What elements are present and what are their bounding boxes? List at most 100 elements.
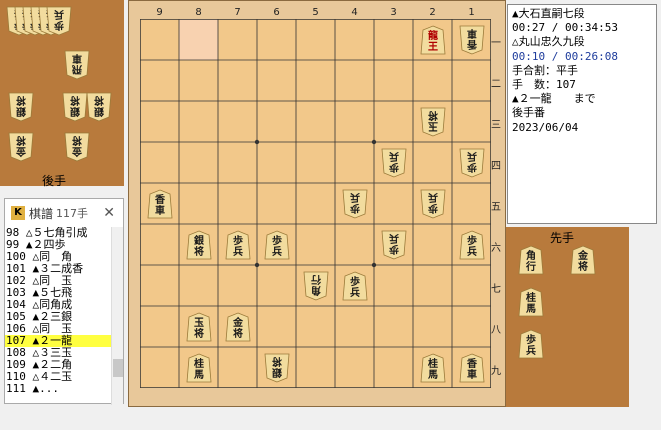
turn-indicator: 後手番 (512, 106, 545, 120)
board-piece[interactable]: 香車 (459, 353, 485, 383)
svg-text:将: 将 (16, 94, 26, 107)
svg-text:兵: 兵 (272, 245, 282, 258)
kifu-window: K 棋譜 117手 ✕ 98 △５七角引成 99 ▲２四歩 100 △同 角 101 … (4, 198, 124, 405)
sente-hand-area: 先手 角行金将桂馬歩兵 (506, 227, 629, 407)
svg-text:兵: 兵 (389, 150, 399, 163)
svg-text:歩: 歩 (467, 234, 477, 247)
board-piece[interactable]: 歩兵 (459, 148, 485, 178)
svg-text:兵: 兵 (467, 245, 477, 258)
svg-text:金: 金 (71, 145, 83, 158)
file-label: 1 (468, 7, 475, 18)
last-move-highlight (179, 19, 218, 60)
hand-piece-gote[interactable]: 銀将 (62, 92, 88, 122)
board-piece[interactable]: 香車 (147, 189, 173, 219)
hand-piece-gote[interactable]: 銀将 (8, 92, 34, 122)
kifu-scrollbar[interactable] (111, 227, 123, 405)
svg-text:歩: 歩 (428, 202, 438, 215)
svg-text:車: 車 (72, 52, 82, 65)
svg-text:銀: 銀 (272, 366, 282, 379)
hand-piece-sente[interactable]: 金将 (570, 245, 596, 275)
svg-text:玉: 玉 (428, 120, 438, 132)
board-piece[interactable]: 玉将 (420, 107, 446, 137)
rank-label: 二 (491, 78, 501, 90)
board-piece[interactable]: 歩兵 (381, 230, 407, 260)
board-piece[interactable]: 金将 (225, 312, 251, 342)
svg-text:車: 車 (467, 27, 477, 40)
file-label: 7 (234, 7, 241, 18)
svg-text:将: 将 (94, 94, 104, 107)
svg-text:車: 車 (467, 368, 477, 381)
svg-text:将: 将 (194, 327, 204, 340)
rank-label: 四 (491, 160, 501, 172)
sente-time: 00:27 / 00:34:53 (512, 21, 618, 35)
svg-text:香: 香 (467, 38, 477, 51)
rank-label: 五 (491, 201, 501, 213)
hand-piece-sente[interactable]: 桂馬 (518, 287, 544, 317)
svg-text:王: 王 (428, 41, 438, 53)
svg-text:桂: 桂 (193, 357, 204, 370)
svg-text:兵: 兵 (54, 8, 64, 21)
hand-piece-sente[interactable]: 角行 (518, 245, 544, 275)
gote-time: 00:10 / 00:26:08 (512, 49, 618, 63)
svg-text:金: 金 (232, 316, 244, 329)
rank-label: 八 (491, 324, 501, 336)
svg-text:将: 将 (578, 260, 588, 273)
board-piece[interactable]: 銀将 (264, 353, 290, 383)
board-piece[interactable]: 龍王 (420, 25, 446, 55)
kifu-row[interactable]: 111 ▲... (5, 383, 112, 395)
handicap-info: 手合割：平手 (512, 63, 578, 77)
hand-piece-gote[interactable]: 歩兵 (46, 6, 72, 36)
hand-piece-gote[interactable]: 銀将 (86, 92, 112, 122)
gote-hand-label: 後手 (42, 174, 67, 188)
status-strip (0, 408, 661, 430)
svg-text:歩: 歩 (350, 202, 360, 215)
board-piece[interactable]: 歩兵 (342, 271, 368, 301)
hand-piece-gote[interactable]: 飛車 (64, 50, 90, 80)
svg-text:桂: 桂 (427, 357, 438, 370)
sente-player-name: ▲大石直嗣七段 (512, 7, 585, 20)
svg-text:歩: 歩 (272, 234, 282, 247)
board-piece[interactable]: 香車 (459, 25, 485, 55)
rank-label: 三 (491, 119, 501, 131)
board-piece[interactable]: 歩兵 (225, 230, 251, 260)
svg-text:車: 車 (155, 204, 165, 217)
file-label: 6 (273, 7, 280, 18)
hand-piece-gote[interactable]: 金将 (64, 132, 90, 162)
board-piece[interactable]: 桂馬 (420, 353, 446, 383)
svg-text:馬: 馬 (428, 369, 438, 381)
board-piece[interactable]: 歩兵 (381, 148, 407, 178)
shogi-board: 987654321一二三四五六七八九龍王香車玉将歩兵歩兵香車歩兵歩兵銀将歩兵歩兵… (128, 0, 506, 407)
kifu-title: 棋譜 (29, 206, 54, 221)
svg-text:兵: 兵 (233, 245, 243, 258)
hand-piece-gote[interactable]: 金将 (8, 132, 34, 162)
close-icon[interactable]: ✕ (103, 205, 115, 221)
svg-text:兵: 兵 (467, 150, 477, 163)
hand-piece-sente[interactable]: 歩兵 (518, 329, 544, 359)
svg-text:金: 金 (577, 249, 589, 262)
svg-text:将: 将 (233, 327, 243, 340)
gote-hand-area: 後手 歩兵歩兵歩兵歩兵歩兵歩兵飛車銀将銀将銀将金将香車金将 (0, 0, 124, 188)
svg-text:将: 将 (428, 109, 438, 122)
board-piece[interactable]: 歩兵 (420, 189, 446, 219)
svg-text:兵: 兵 (350, 286, 360, 299)
rank-label: 九 (491, 365, 501, 377)
file-label: 4 (351, 7, 358, 18)
svg-text:香: 香 (155, 193, 165, 206)
svg-text:銀: 銀 (16, 105, 26, 118)
board-piece[interactable]: 玉将 (186, 312, 212, 342)
board-piece[interactable]: 歩兵 (459, 230, 485, 260)
svg-text:歩: 歩 (526, 333, 536, 346)
scrollbar-thumb[interactable] (113, 359, 123, 377)
kifu-move-total: 117手 (56, 207, 89, 220)
file-label: 9 (156, 7, 163, 18)
game-info-panel: ▲大石直嗣七段 00:27 / 00:34:53 △丸山忠久九段 00:10 /… (507, 4, 657, 224)
board-piece[interactable]: 角行 (303, 271, 329, 301)
svg-text:桂: 桂 (525, 291, 536, 304)
board-piece[interactable]: 桂馬 (186, 353, 212, 383)
board-piece[interactable]: 歩兵 (342, 189, 368, 219)
file-label: 8 (195, 7, 202, 18)
svg-text:歩: 歩 (54, 19, 64, 32)
board-piece[interactable]: 銀将 (186, 230, 212, 260)
board-piece[interactable]: 歩兵 (264, 230, 290, 260)
svg-text:飛: 飛 (72, 63, 83, 75)
